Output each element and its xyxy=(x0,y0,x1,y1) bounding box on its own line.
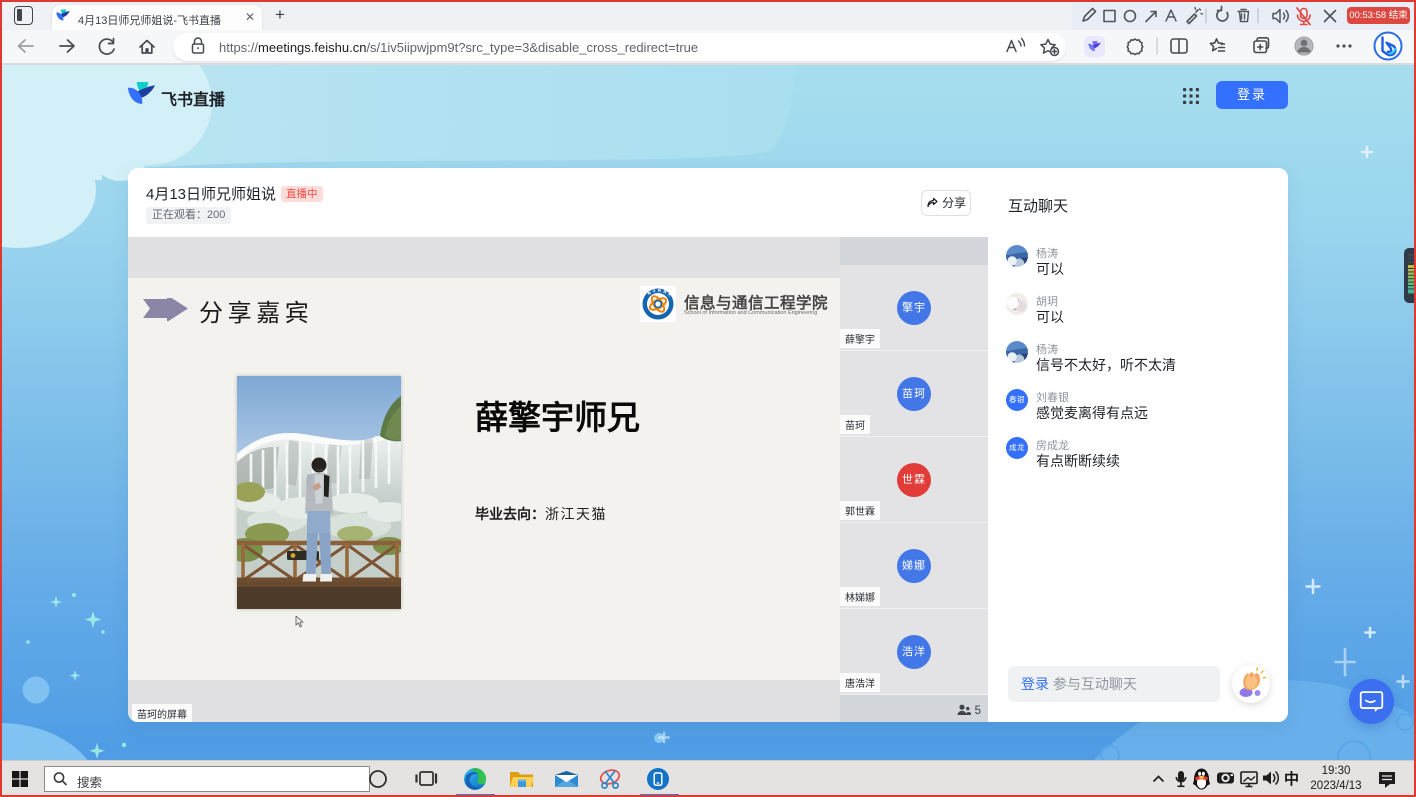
svg-text:中: 中 xyxy=(1284,770,1299,788)
